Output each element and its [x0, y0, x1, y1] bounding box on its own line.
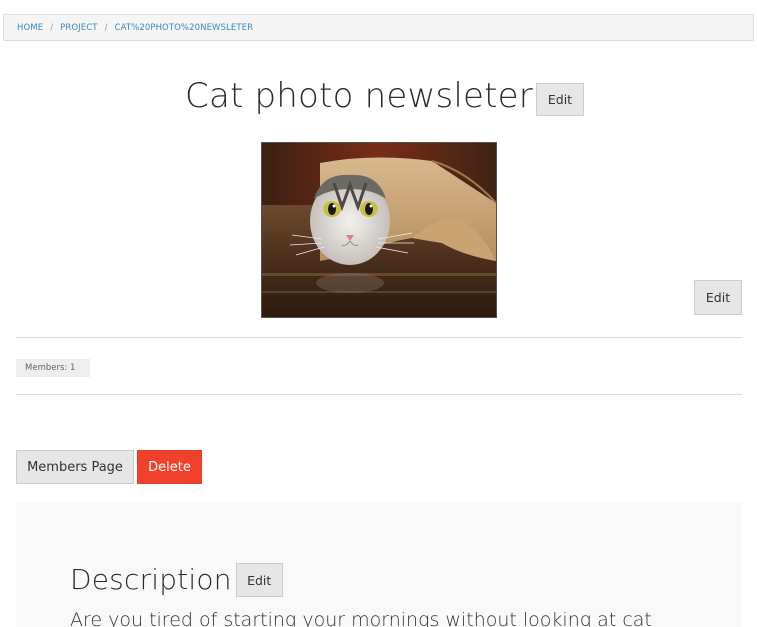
breadcrumb-separator: / — [50, 22, 54, 33]
breadcrumb: HOME / PROJECT / CAT%20PHOTO%20NEWSLETER — [3, 14, 754, 41]
edit-title-button[interactable]: Edit — [535, 82, 584, 116]
project-page: HOME / PROJECT / CAT%20PHOTO%20NEWSLETER… — [0, 0, 757, 627]
breadcrumb-project-link[interactable]: PROJECT — [60, 23, 97, 33]
title-row: Cat photo newsleter Edit — [0, 72, 757, 120]
description-heading: Description — [70, 563, 232, 596]
breadcrumb-home-link[interactable]: HOME — [17, 23, 43, 33]
delete-button[interactable]: Delete — [137, 450, 202, 484]
breadcrumb-separator: / — [104, 22, 108, 33]
project-image — [261, 142, 497, 318]
divider — [16, 337, 742, 338]
edit-image-button[interactable]: Edit — [694, 280, 742, 315]
edit-description-button[interactable]: Edit — [235, 563, 283, 597]
members-count-badge: Members: 1 — [16, 359, 90, 377]
description-panel: Description Edit Are you tired of starti… — [16, 502, 742, 627]
page-title: Cat photo newsleter — [185, 76, 533, 116]
description-header: Description Edit — [70, 560, 283, 600]
description-text: Are you tired of starting your mornings … — [70, 609, 652, 627]
members-page-button[interactable]: Members Page — [16, 450, 134, 484]
breadcrumb-current-link[interactable]: CAT%20PHOTO%20NEWSLETER — [115, 23, 254, 33]
divider — [16, 394, 742, 395]
